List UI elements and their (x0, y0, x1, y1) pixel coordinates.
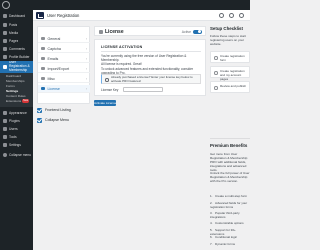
wordpress-icon[interactable] (2, 1, 10, 9)
admin-sidebar: Dashboard Posts Media Pages Comments Pro… (0, 10, 33, 250)
user-registration-submenu: Dashboard Memberships Forms Settings Con… (0, 73, 33, 107)
chevron-right-icon: › (85, 57, 87, 61)
menu-item-profile-builder[interactable]: Profile Builder (0, 53, 33, 60)
menu-item-users[interactable]: Users (0, 125, 33, 132)
status-label: Active (181, 30, 191, 34)
import-export-icon (41, 66, 45, 71)
users-icon (3, 126, 7, 131)
menu-item-media[interactable]: Media (0, 29, 33, 36)
setup-checklist-description: Follow these steps to start registering … (210, 34, 246, 46)
activate-license-button[interactable]: Activate License (94, 100, 117, 106)
premium-benefits-title: Premium Benefits (210, 143, 248, 148)
user-registration-icon (3, 65, 7, 69)
info-icon (105, 78, 109, 82)
menu-item-pages[interactable]: Pages (0, 37, 33, 44)
license-notice: Already purchased a license? Enter your … (101, 74, 201, 84)
circle-check-icon (214, 86, 218, 90)
shield-icon (41, 46, 45, 51)
settings-nav: General › Captcha › Emails › Import/Export ›… (37, 26, 90, 104)
menu-item-posts[interactable]: Posts (0, 21, 33, 28)
nav-captcha[interactable]: Captcha › (38, 45, 90, 53)
checkbox-icon (37, 107, 42, 113)
wrench-icon (3, 134, 7, 139)
submenu-extensions[interactable]: Extensions New (0, 99, 33, 104)
pin-icon (3, 22, 7, 27)
license-title-bar: License Active (94, 26, 206, 36)
gear-icon (41, 36, 45, 41)
checkbox-icon (37, 117, 42, 123)
nav-misc[interactable]: Misc › (38, 75, 90, 83)
sliders-icon (41, 76, 45, 81)
list-item: 3. Popular third-party integrations (210, 211, 240, 219)
section-heading: LICENSE ACTIVATION (101, 45, 143, 49)
license-key-label: License Key (101, 88, 119, 92)
premium-intro: Get more from User Registration & Member… (210, 152, 248, 172)
notice-text: Already purchased a license? Enter your … (111, 75, 193, 83)
checklist-item[interactable]: Review and publish (210, 81, 250, 93)
chevron-right-icon: › (85, 87, 87, 91)
menu-item-appearance[interactable]: Appearance (0, 109, 33, 116)
list-item: 4. Customizable options (210, 221, 244, 225)
collapse-menu-link[interactable]: Collapse Menu (37, 116, 90, 124)
page-icon (3, 38, 7, 43)
checklist-item[interactable]: Create registration form (210, 51, 250, 63)
chevron-right-icon: › (85, 67, 87, 71)
info-icon[interactable] (239, 13, 244, 18)
license-toggle[interactable] (193, 29, 202, 34)
plugin-header-title: User Registration (47, 13, 80, 18)
circle-check-icon (214, 71, 218, 75)
key-icon (41, 86, 45, 91)
menu-item-dashboard[interactable]: Dashboard (0, 12, 33, 19)
dashboard-icon (3, 13, 7, 18)
user-icon (3, 54, 7, 59)
plugin-icon (3, 118, 7, 123)
menu-item-settings[interactable]: Settings (0, 141, 33, 148)
new-badge: New (22, 99, 30, 103)
mail-icon (41, 56, 45, 61)
settings-icon (3, 142, 7, 147)
divider (101, 51, 201, 52)
list-item: 1. Create a multi-step form (210, 194, 248, 198)
plugin-logo-icon[interactable] (36, 12, 44, 19)
circle-check-icon (214, 56, 218, 60)
chevron-right-icon: › (85, 77, 87, 81)
bell-icon[interactable] (219, 13, 224, 18)
license-card: LICENSE ACTIVATION You're currently usin… (94, 39, 206, 96)
license-key-input[interactable] (123, 87, 163, 92)
frontend-listing-link[interactable]: Frontend Listing (37, 106, 90, 114)
brush-icon (3, 110, 7, 115)
help-icon[interactable] (229, 13, 234, 18)
comment-icon (3, 46, 7, 51)
list-item: 7. Dynamic forms (210, 242, 236, 246)
chevron-right-icon: › (85, 37, 87, 41)
nav-emails[interactable]: Emails › (38, 55, 90, 63)
chevron-right-icon: › (85, 47, 87, 51)
premium-intro-2: Unlock the full power of User Registrati… (210, 171, 250, 183)
nav-general[interactable]: General › (38, 35, 90, 43)
menu-item-plugins[interactable]: Plugins (0, 117, 33, 124)
page-title: License (105, 29, 124, 35)
menu-item-user-registration[interactable]: User Registration & Membership (0, 61, 33, 73)
list-item: 6. Conditional logic (210, 235, 238, 239)
admin-bar (0, 0, 250, 10)
list-item: 2. Advanced fields for your registration … (210, 201, 248, 209)
nav-license[interactable]: License › (38, 85, 90, 93)
key-icon (99, 30, 103, 34)
setup-checklist-title: Setup Checklist (210, 26, 243, 31)
divider (210, 138, 250, 139)
checklist-item[interactable]: Create registration and my account pages (210, 66, 250, 81)
collapse-icon (3, 152, 7, 157)
menu-item-comments[interactable]: Comments (0, 45, 33, 52)
submenu-extensions-label: Extensions (6, 99, 22, 103)
menu-collapse[interactable]: Collapse menu (0, 151, 33, 158)
menu-item-tools[interactable]: Tools (0, 133, 33, 140)
license-para-2: All license is required. Great! (101, 62, 142, 66)
plugin-header: User Registration (33, 10, 250, 21)
media-icon (3, 30, 7, 35)
nav-import-export[interactable]: Import/Export › (38, 65, 90, 73)
